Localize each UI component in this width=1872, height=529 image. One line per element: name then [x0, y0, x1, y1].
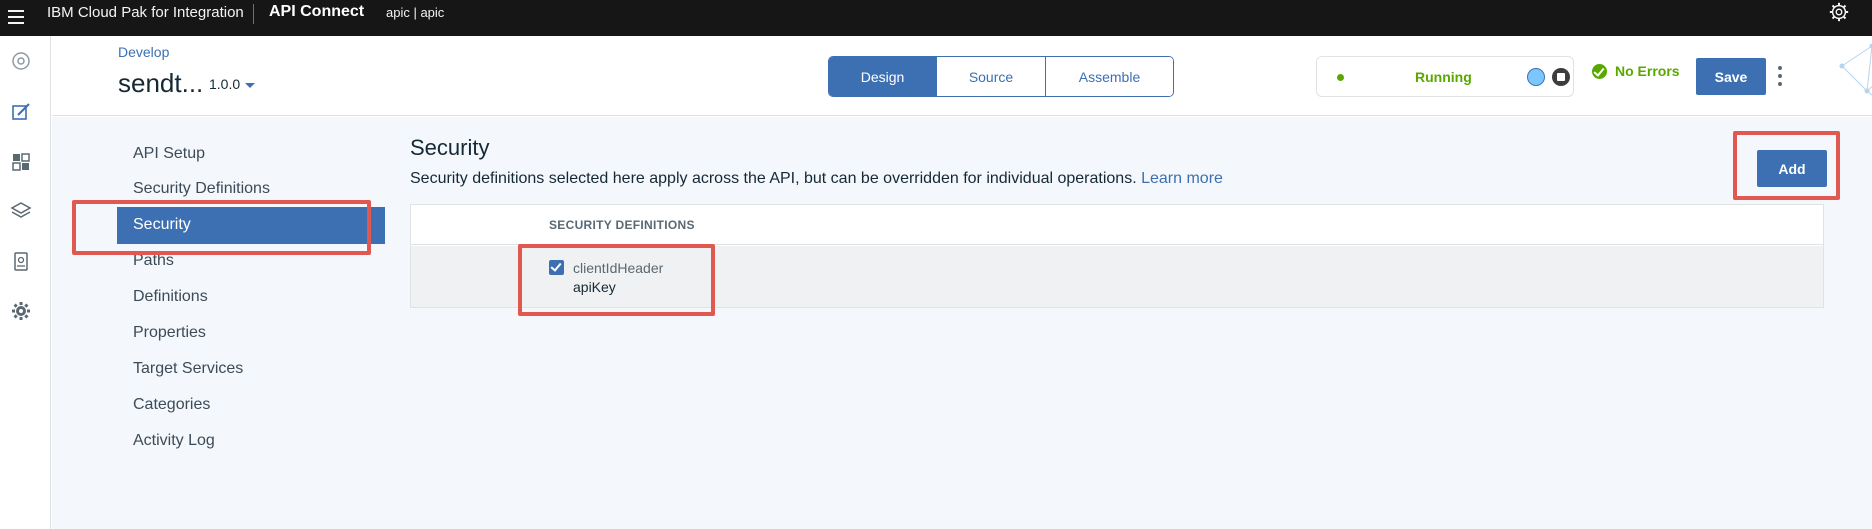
breadcrumb-develop[interactable]: Develop [118, 44, 169, 60]
security-definitions-table: SECURITY DEFINITIONS clientIdHeader apiK… [410, 204, 1824, 308]
add-button[interactable]: Add [1757, 150, 1827, 187]
manage-grid-icon[interactable] [10, 151, 32, 173]
republish-icon[interactable] [1527, 68, 1545, 86]
sidenav-item-categories[interactable]: Categories [133, 396, 210, 414]
left-rail [0, 36, 51, 529]
description-text: Security definitions selected here apply… [410, 170, 1137, 187]
caret-down-icon [245, 82, 256, 88]
version-selector[interactable]: 1.0.0 [209, 76, 256, 92]
checkmark-circle-icon [1592, 63, 1607, 79]
settings-icon[interactable] [10, 300, 32, 322]
section-description: Security definitions selected here apply… [410, 170, 1223, 188]
sidenav-item-properties[interactable]: Properties [133, 324, 206, 342]
tab-source[interactable]: Source [937, 57, 1046, 96]
hamburger-menu-icon[interactable] [6, 5, 26, 29]
stop-icon[interactable] [1552, 68, 1570, 86]
learn-more-link[interactable]: Learn more [1141, 170, 1223, 187]
overflow-menu-icon[interactable] [1775, 64, 1785, 88]
table-header: SECURITY DEFINITIONS [411, 205, 1823, 245]
sidenav-item-definitions[interactable]: Definitions [133, 288, 208, 306]
sidenav-item-paths[interactable]: Paths [133, 252, 174, 270]
api-title: sendt... [118, 68, 204, 98]
tab-design[interactable]: Design [829, 57, 937, 96]
tab-assemble[interactable]: Assemble [1046, 57, 1173, 96]
editor-tabs: Design Source Assemble [828, 56, 1174, 97]
table-row: clientIdHeader apiKey [411, 246, 1823, 307]
sidenav-item-api-setup[interactable]: API Setup [133, 145, 205, 163]
brand-divider [253, 4, 254, 24]
sidenav-item-security[interactable]: Security [117, 207, 385, 244]
develop-edit-icon[interactable] [10, 101, 32, 123]
definition-type: apiKey [573, 279, 616, 295]
status-text: Running [1415, 69, 1472, 85]
brand-name: IBM Cloud Pak for Integration [47, 4, 244, 21]
settings-gear-icon[interactable] [1828, 1, 1850, 23]
definition-checkbox[interactable] [549, 260, 564, 275]
layers-icon[interactable] [10, 200, 32, 222]
running-status-dot [1337, 74, 1344, 81]
badge-id-icon[interactable] [10, 250, 32, 272]
definition-name: clientIdHeader [573, 260, 664, 276]
errors-text: No Errors [1615, 63, 1680, 79]
gateway-status: Running [1316, 56, 1574, 97]
top-bar: IBM Cloud Pak for Integration API Connec… [0, 0, 1872, 36]
validation-status: No Errors [1592, 63, 1680, 79]
network-decoration-icon [1839, 43, 1872, 96]
sidenav-item-security-definitions[interactable]: Security Definitions [133, 180, 270, 198]
dashboard-globe-icon[interactable] [10, 50, 32, 72]
sidenav-item-activity-log[interactable]: Activity Log [133, 432, 215, 450]
version-label: 1.0.0 [209, 76, 241, 92]
save-button[interactable]: Save [1696, 58, 1766, 95]
product-name: API Connect [269, 3, 365, 20]
api-editor-header: Develop sendt... 1.0.0 Design Source Ass… [52, 36, 1872, 116]
sidenav-item-security-label: Security [133, 216, 191, 233]
section-title: Security [410, 135, 490, 160]
column-header-security-definitions: SECURITY DEFINITIONS [549, 218, 695, 232]
instance-label: apic | apic [386, 5, 445, 20]
sidenav-item-target-services[interactable]: Target Services [133, 360, 243, 378]
